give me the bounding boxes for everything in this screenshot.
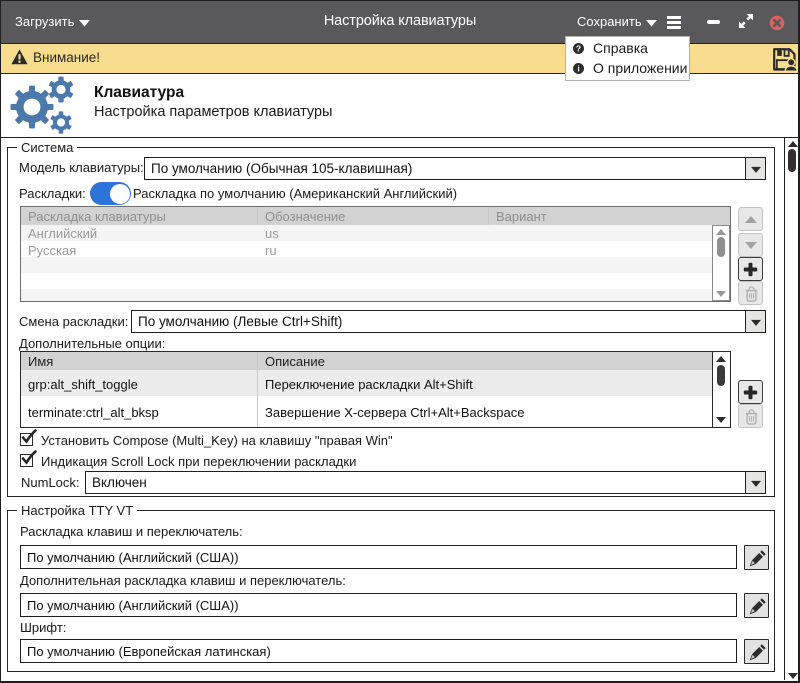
svg-text:i: i (577, 64, 579, 74)
svg-text:?: ? (576, 43, 581, 53)
